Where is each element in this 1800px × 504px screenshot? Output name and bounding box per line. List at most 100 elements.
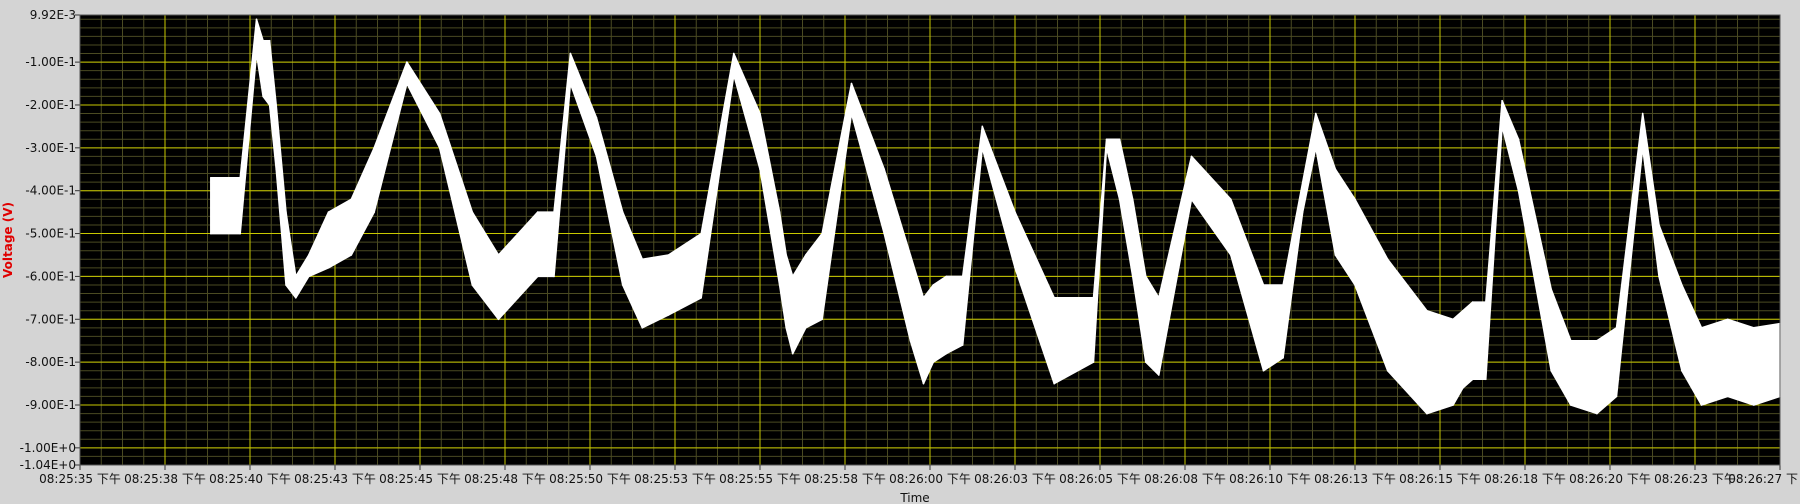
trace-point-bottom bbox=[909, 339, 912, 342]
y-tick-label: -1.00E+0 bbox=[20, 441, 76, 455]
trace-point-bottom bbox=[1354, 284, 1356, 286]
trace-point-bottom bbox=[1190, 198, 1193, 201]
trace-point-bottom bbox=[1462, 387, 1464, 389]
trace-point-top bbox=[922, 297, 925, 299]
trace-point-bottom bbox=[1753, 404, 1755, 406]
x-axis-label: Time bbox=[899, 491, 929, 504]
trace-point-top bbox=[1105, 138, 1108, 141]
trace-point-top bbox=[1550, 288, 1552, 291]
trace-point-top bbox=[1053, 297, 1055, 299]
trace-point-bottom bbox=[932, 361, 935, 363]
trace-point-bottom bbox=[295, 297, 297, 299]
trace-point-top bbox=[536, 211, 539, 213]
trace-point-bottom bbox=[1386, 369, 1389, 372]
trace-point-top bbox=[961, 275, 964, 278]
y-tick-label: -4.00E-1 bbox=[25, 184, 76, 198]
trace-point-bottom bbox=[308, 275, 310, 278]
trace-point-top bbox=[438, 112, 441, 115]
trace-point-top bbox=[275, 104, 278, 106]
y-tick-label: -7.00E-1 bbox=[25, 312, 76, 326]
y-tick-label: -2.00E-1 bbox=[25, 98, 76, 112]
trace-point-top bbox=[1131, 198, 1134, 201]
trace-point-top bbox=[1145, 275, 1147, 278]
trace-point-bottom bbox=[1230, 254, 1232, 256]
trace-point-top bbox=[1158, 297, 1160, 299]
trace-point-bottom bbox=[1471, 378, 1474, 381]
trace-point-bottom bbox=[1282, 357, 1284, 359]
trace-point-bottom bbox=[517, 297, 519, 299]
x-tick-label: 08:26:18 下午 bbox=[1484, 472, 1566, 486]
trace-point-top bbox=[1230, 198, 1232, 201]
trace-point-top bbox=[1726, 318, 1729, 321]
trace-point-top bbox=[1118, 138, 1121, 141]
trace-point-bottom bbox=[621, 284, 624, 286]
trace-point-bottom bbox=[262, 95, 264, 98]
trace-point-bottom bbox=[1105, 147, 1108, 149]
trace-point-bottom bbox=[569, 82, 572, 85]
trace-point-bottom bbox=[785, 327, 787, 329]
trace-point-top bbox=[569, 52, 572, 55]
trace-point-top bbox=[1641, 112, 1644, 115]
trace-point-top bbox=[641, 258, 644, 261]
trace-point-top bbox=[700, 232, 702, 235]
trace-point-bottom bbox=[1517, 189, 1520, 192]
trace-point-top bbox=[295, 275, 297, 278]
trace-point-top bbox=[268, 39, 271, 42]
trace-point-top bbox=[239, 177, 241, 179]
trace-point-top bbox=[1753, 327, 1755, 329]
trace-point-top bbox=[1386, 258, 1389, 261]
trace-point-bottom bbox=[1426, 412, 1428, 415]
trace-point-bottom bbox=[961, 344, 964, 346]
trace-point-bottom bbox=[438, 147, 441, 149]
trace-point-bottom bbox=[497, 318, 500, 321]
trace-point-top bbox=[1426, 309, 1428, 312]
trace-point-top bbox=[1452, 318, 1454, 321]
trace-point-bottom bbox=[883, 232, 885, 235]
trace-point-bottom bbox=[1262, 369, 1265, 372]
trace-point-top bbox=[805, 254, 807, 256]
x-tick-label: 08:25:38 下午 bbox=[124, 472, 206, 486]
trace-point-bottom bbox=[759, 168, 761, 171]
trace-point-top bbox=[621, 211, 624, 213]
trace-point-top bbox=[1315, 112, 1317, 115]
x-tick-label: 08:25:40 下午 bbox=[209, 472, 291, 486]
trace-point-bottom bbox=[210, 232, 212, 235]
trace-point-bottom bbox=[275, 168, 278, 171]
trace-point-bottom bbox=[805, 327, 807, 329]
trace-point-bottom bbox=[1014, 267, 1016, 269]
trace-point-bottom bbox=[1726, 395, 1729, 398]
trace-point-top bbox=[791, 275, 794, 278]
trace-point-bottom bbox=[1053, 382, 1055, 385]
trace-point-top bbox=[1596, 339, 1598, 342]
trace-point-bottom bbox=[1118, 198, 1121, 201]
x-tick-label: 08:26:27 下 bbox=[1728, 472, 1798, 486]
trace-point-top bbox=[733, 52, 735, 55]
x-tick-label: 08:26:15 下午 bbox=[1399, 472, 1481, 486]
trace-point-bottom bbox=[1570, 404, 1572, 406]
trace-point-top bbox=[850, 82, 853, 85]
trace-point-bottom bbox=[1700, 404, 1703, 406]
trace-point-top bbox=[909, 254, 912, 256]
trace-point-bottom bbox=[981, 147, 984, 149]
x-tick-label: 08:25:43 下午 bbox=[294, 472, 376, 486]
trace-point-top bbox=[497, 254, 500, 256]
trace-point-top bbox=[285, 211, 287, 213]
trace-point-top bbox=[883, 168, 885, 171]
trace-point-bottom bbox=[1485, 378, 1487, 381]
trace-point-top bbox=[1301, 181, 1304, 183]
x-tick-label: 08:25:50 下午 bbox=[549, 472, 631, 486]
trace-point-bottom bbox=[1641, 147, 1644, 149]
trace-point-top bbox=[945, 275, 948, 278]
y-tick-label: -5.00E-1 bbox=[25, 227, 76, 241]
trace-point-bottom bbox=[1145, 361, 1147, 363]
trace-point-bottom bbox=[1550, 369, 1552, 372]
trace-point-top bbox=[1471, 301, 1474, 303]
trace-point-bottom bbox=[1596, 412, 1598, 415]
trace-point-top bbox=[1354, 198, 1356, 201]
trace-point-bottom bbox=[536, 275, 539, 278]
trace-point-bottom bbox=[733, 74, 735, 76]
trace-point-top bbox=[759, 112, 761, 115]
x-tick-label: 08:25:45 下午 bbox=[379, 472, 461, 486]
y-tick-label: -3.00E-1 bbox=[25, 141, 76, 155]
trace-point-top bbox=[981, 125, 984, 128]
